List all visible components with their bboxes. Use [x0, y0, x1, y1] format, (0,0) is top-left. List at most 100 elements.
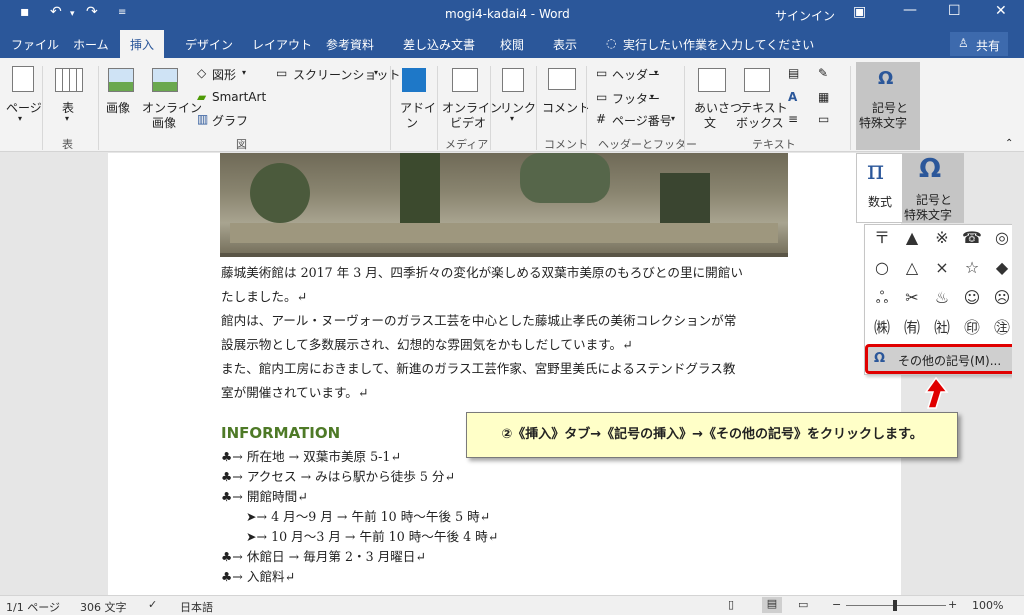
quick-parts-icon[interactable]: ▤	[788, 66, 799, 80]
info-item[interactable]: ♣→ 開館時間↵	[221, 487, 787, 507]
online-image-label-2[interactable]: 画像	[152, 114, 176, 131]
symbol-cross[interactable]: ×	[928, 257, 956, 279]
info-item[interactable]: ➤→ 10 月～3 月 → 午前 10 時～午後 4 時↵	[246, 527, 812, 547]
signature-line-icon[interactable]: ✎	[818, 66, 828, 80]
customize-qat-icon[interactable]: ≡	[118, 7, 126, 18]
tab-mailings[interactable]: 差し込み文書	[403, 36, 475, 53]
image-button[interactable]: 画像	[106, 99, 130, 116]
chevron-down-icon: ▾	[654, 68, 659, 77]
tab-view[interactable]: 表示	[553, 36, 577, 53]
vertical-scrollbar[interactable]	[1012, 153, 1024, 595]
addin-label-2[interactable]: ン	[406, 114, 418, 131]
zoom-in-icon[interactable]: +	[948, 598, 957, 611]
zoom-out-icon[interactable]: −	[832, 598, 841, 611]
equation-button[interactable]: π 数式	[861, 156, 901, 220]
chevron-down-icon: ▾	[242, 68, 247, 77]
online-image-icon	[152, 68, 178, 92]
symbol-glasses[interactable]: ஃ	[868, 287, 896, 309]
info-item[interactable]: ♣→ 入館料↵	[221, 567, 787, 587]
undo-icon[interactable]: ↶	[50, 4, 62, 20]
symbol-scissors[interactable]: ✂	[898, 287, 926, 309]
greeting-label-2[interactable]: 文	[704, 114, 716, 131]
online-video-label-2[interactable]: ビデオ	[450, 114, 486, 131]
chart-button[interactable]: グラフ	[212, 112, 248, 129]
proofing-icon[interactable]: ✓	[148, 598, 157, 611]
redo-icon[interactable]: ↷	[86, 4, 98, 20]
header-button[interactable]: ヘッダー	[612, 66, 660, 83]
symbol-circle[interactable]: ○	[868, 257, 896, 279]
greeting-label-1[interactable]: あいさつ	[694, 99, 742, 116]
tab-review[interactable]: 校閲	[500, 36, 524, 53]
tell-me-box[interactable]: 実行したい作業を入力してください	[623, 36, 814, 53]
tab-layout[interactable]: レイアウト	[252, 36, 312, 53]
collapse-ribbon-icon[interactable]: ⌃	[1005, 138, 1013, 149]
read-mode-icon[interactable]: ▯	[728, 598, 734, 611]
symbol-kabu[interactable]: ㈱	[868, 317, 896, 339]
symbol-sha[interactable]: ㈳	[928, 317, 956, 339]
undo-dropdown-icon[interactable]: ▾	[70, 9, 75, 19]
symbol-smile[interactable]: ☺	[958, 287, 986, 309]
photo-image[interactable]	[220, 153, 788, 257]
signin-link[interactable]: サインイン	[775, 7, 835, 24]
information-heading[interactable]: INFORMATION	[221, 424, 340, 442]
symbol-yu[interactable]: ㈲	[898, 317, 926, 339]
body-paragraph[interactable]: 館内は、アール・ヌーヴォーのガラス工芸を中心とした藤城止孝氏の美術コレクションが…	[221, 309, 787, 333]
body-paragraph[interactable]: 藤城美術館は 2017 年 3 月、四季折々の変化が楽しめる双葉市美原のもろびと…	[221, 261, 787, 285]
page-button[interactable]: ページ	[6, 99, 42, 116]
shapes-button[interactable]: 図形	[212, 66, 236, 83]
info-item[interactable]: ➤→ 4 月～9 月 → 午前 10 時～午後 5 時↵	[246, 507, 812, 527]
zoom-level[interactable]: 100%	[972, 599, 1003, 612]
divider	[586, 66, 587, 150]
ribbon-display-options-icon[interactable]: ▣	[853, 4, 866, 20]
maximize-icon[interactable]: ☐	[948, 3, 961, 19]
symbol-dd-label-2: 特殊文字	[904, 208, 953, 222]
tab-file[interactable]: ファイル	[11, 36, 59, 53]
symbol-postal[interactable]: 〒	[868, 227, 896, 249]
equation-label: 数式	[868, 195, 893, 209]
minimize-icon[interactable]: —	[903, 2, 917, 18]
word-count[interactable]: 306 文字	[80, 599, 127, 615]
body-paragraph[interactable]: たしました。↵	[221, 285, 787, 309]
page-number-button[interactable]: ページ番号	[612, 112, 672, 129]
web-layout-icon[interactable]: ▭	[798, 598, 808, 611]
object-icon[interactable]: ▭	[818, 112, 829, 126]
symbol-button[interactable]: Ω 記号と 特殊文字	[856, 62, 920, 150]
tab-home[interactable]: ホーム	[73, 36, 109, 53]
date-time-icon[interactable]: ▦	[818, 90, 829, 104]
wordart-icon[interactable]: A	[788, 90, 797, 104]
symbol-dropdown-button[interactable]: Ω 記号と 特殊文字	[902, 154, 964, 222]
link-button[interactable]: リンク	[500, 99, 536, 116]
symbol-triangle[interactable]: △	[898, 257, 926, 279]
more-symbols-label: その他の記号(M)...	[898, 354, 1002, 368]
symbol-reference-mark[interactable]: ※	[928, 227, 956, 249]
screenshot-button[interactable]: スクリーンショット	[293, 66, 400, 83]
comment-button[interactable]: コメント	[542, 99, 590, 116]
drop-cap-icon[interactable]: ≡	[788, 112, 798, 126]
symbol-triangle-filled[interactable]: ▲	[898, 227, 926, 249]
symbol-in[interactable]: ㊞	[958, 317, 986, 339]
symbol-hot-spring[interactable]: ♨	[928, 287, 956, 309]
tab-design[interactable]: デザイン	[185, 36, 233, 53]
share-button[interactable]: ♙ 共有	[950, 32, 1008, 56]
symbol-telephone[interactable]: ☎	[958, 227, 986, 249]
textbox-label-2[interactable]: ボックス	[736, 114, 784, 131]
symbol-star[interactable]: ☆	[958, 257, 986, 279]
info-item[interactable]: ♣→ アクセス → みはら駅から徒歩 5 分↵	[221, 467, 787, 487]
page-count[interactable]: 1/1 ページ	[6, 599, 60, 615]
body-paragraph[interactable]: 室が開催されています。↵	[221, 381, 787, 405]
tab-references[interactable]: 参考資料	[326, 36, 374, 53]
print-layout-icon[interactable]: ▤	[762, 597, 782, 613]
smartart-button[interactable]: SmartArt	[212, 90, 266, 104]
zoom-slider-thumb[interactable]	[893, 600, 897, 611]
body-paragraph[interactable]: また、館内工房におきまして、新進のガラス工芸作家、宮野里美氏によるステンドグラス…	[221, 357, 787, 381]
photo-shape	[230, 223, 778, 243]
save-icon[interactable]: ▪	[20, 4, 30, 20]
body-paragraph[interactable]: 設展示物として多数展示され、幻想的な雰囲気をかもしだしています。↵	[221, 333, 787, 357]
group-label-comment: コメント	[544, 138, 588, 151]
language[interactable]: 日本語	[180, 599, 213, 615]
tab-insert[interactable]: 挿入	[120, 30, 165, 58]
footer-icon: ▭	[596, 90, 608, 104]
close-icon[interactable]: ✕	[995, 3, 1007, 19]
more-symbols-item[interactable]: Ω その他の記号(M)...	[865, 344, 1021, 374]
info-item[interactable]: ♣→ 休館日 → 毎月第 2・3 月曜日↵	[221, 547, 787, 567]
